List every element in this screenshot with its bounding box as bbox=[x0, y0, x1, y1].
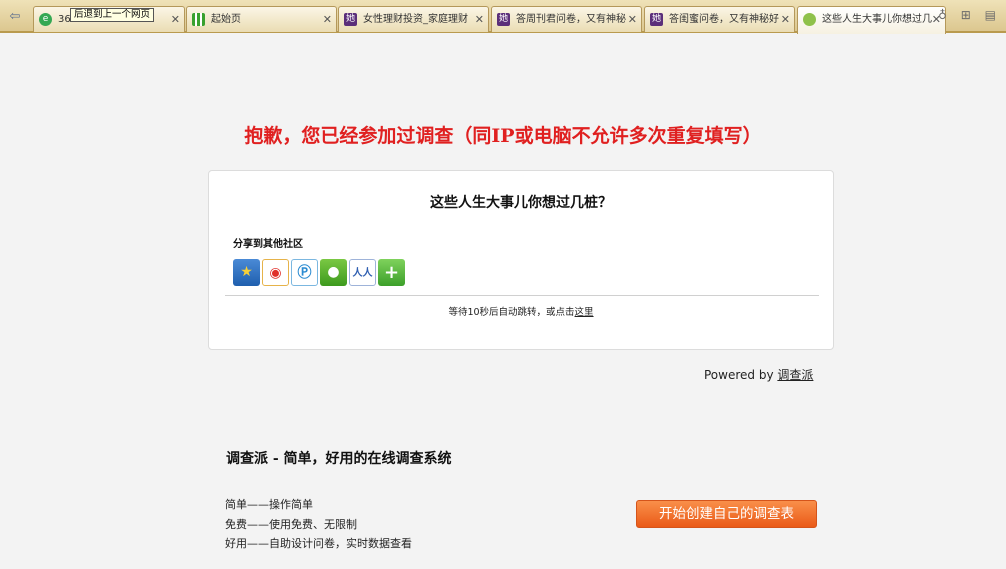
feature-free: 免费——使用免费、无限制 bbox=[225, 517, 357, 531]
already-participated-alert: 抱歉，您已经参加过调查（同IP或电脑不允许多次重复填写） bbox=[244, 125, 762, 147]
survey-title: 这些人生大事儿你想过几桩？ bbox=[430, 195, 612, 211]
redirect-here-link[interactable]: 这里 bbox=[575, 307, 594, 318]
close-icon[interactable]: ✕ bbox=[781, 7, 790, 32]
promo-title: 调查派 - 简单，好用的在线调查系统 bbox=[226, 451, 452, 467]
redirect-notice: 等待10秒后自动跳转，或点击这里 bbox=[209, 304, 833, 318]
grid-apps-icon bbox=[192, 13, 205, 26]
tab-start-page[interactable]: 起始页 ✕ bbox=[186, 6, 337, 32]
qzone-icon[interactable]: ★ bbox=[233, 259, 260, 286]
tab-weekly-survey[interactable]: 她 答周刊君问卷，又有神秘 ✕ bbox=[491, 6, 642, 32]
more-plus-icon[interactable]: + bbox=[378, 259, 405, 286]
tab-label: 起始页 bbox=[211, 14, 241, 25]
close-icon[interactable]: ✕ bbox=[628, 7, 637, 32]
she-logo-icon: 她 bbox=[650, 13, 663, 26]
tab-bestie-survey[interactable]: 她 答闺蜜问卷，又有神秘好 ✕ bbox=[644, 6, 795, 32]
browser-tab-bar: ⇦ e 360 ✕ 起始页 ✕ 她 女性理财投资_家庭理财 ✕ 她 答周刊君问卷… bbox=[0, 0, 1006, 34]
close-icon[interactable]: ✕ bbox=[323, 7, 332, 32]
restore-tab-icon[interactable]: ♁ bbox=[938, 8, 947, 22]
360-browser-icon: e bbox=[39, 13, 52, 26]
share-label: 分享到其他社区 bbox=[233, 239, 303, 250]
tab-label: 答周刊君问卷，又有神秘 bbox=[516, 14, 626, 25]
tab-active-survey[interactable]: 这些人生大事儿你想过几 ✕ bbox=[797, 6, 946, 34]
survey-card: 这些人生大事儿你想过几桩？ 分享到其他社区 ★ ◉ Ⓟ ● 人人 + 等待10秒… bbox=[208, 170, 834, 350]
leaf-icon bbox=[803, 13, 816, 26]
tab-tools: ♁ ⊞ ▤ bbox=[928, 8, 996, 22]
powered-by: Powered by 调查派 bbox=[704, 366, 813, 383]
close-icon[interactable]: ✕ bbox=[475, 7, 484, 32]
she-logo-icon: 她 bbox=[497, 13, 510, 26]
back-tooltip: 后退到上一个网页 bbox=[70, 8, 155, 22]
weibo-icon[interactable]: ◉ bbox=[262, 259, 289, 286]
tab-label: 女性理财投资_家庭理财 bbox=[363, 14, 468, 25]
feature-list: 简单——操作简单 免费——使用免费、无限制 好用——自助设计问卷，实时数据查看 bbox=[225, 495, 412, 554]
feature-simple: 简单——操作简单 bbox=[225, 498, 313, 511]
powered-prefix: Powered by bbox=[704, 368, 774, 382]
she-logo-icon: 她 bbox=[344, 13, 357, 26]
tab-list-icon[interactable]: ▤ bbox=[985, 8, 996, 22]
tab-she-finance[interactable]: 她 女性理财投资_家庭理财 ✕ bbox=[338, 6, 489, 32]
tencent-weibo-icon[interactable]: Ⓟ bbox=[291, 259, 318, 286]
feature-easy: 好用——自助设计问卷，实时数据查看 bbox=[225, 537, 412, 550]
tab-label: 这些人生大事儿你想过几 bbox=[822, 14, 932, 25]
wechat-icon[interactable]: ● bbox=[320, 259, 347, 286]
renren-icon[interactable]: 人人 bbox=[349, 259, 376, 286]
create-survey-button[interactable]: 开始创建自己的调查表 bbox=[636, 500, 817, 528]
tab-label: 答闺蜜问卷，又有神秘好 bbox=[669, 14, 779, 25]
close-icon[interactable]: ✕ bbox=[171, 7, 180, 32]
powered-link[interactable]: 调查派 bbox=[777, 368, 813, 382]
divider bbox=[225, 295, 819, 296]
back-arrow-icon[interactable]: ⇦ bbox=[5, 8, 25, 26]
new-tab-icon[interactable]: ⊞ bbox=[961, 8, 971, 22]
redirect-text: 等待10秒后自动跳转，或点击 bbox=[448, 307, 575, 318]
